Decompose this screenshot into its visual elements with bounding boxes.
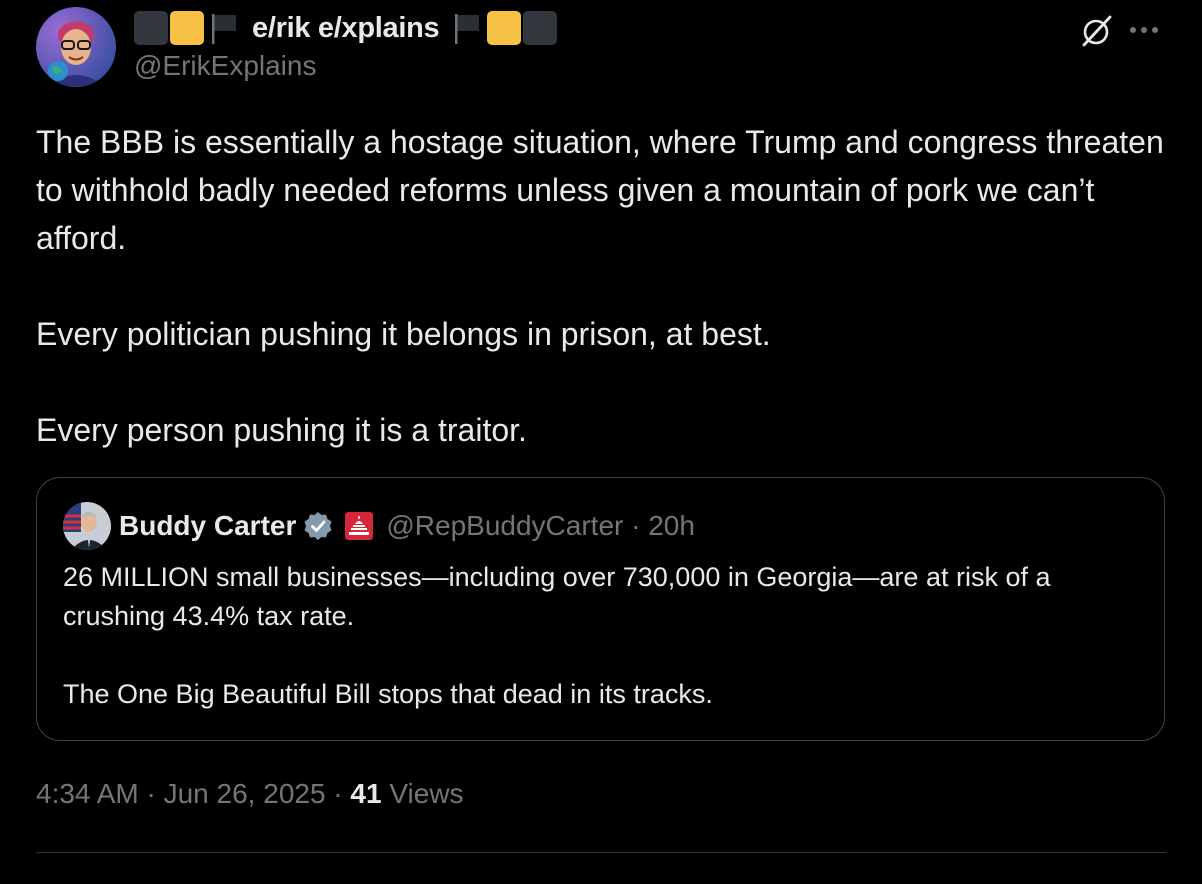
avatar-image (36, 7, 116, 87)
black-flag-emoji-icon (212, 14, 236, 44)
grok-icon[interactable] (1080, 14, 1114, 48)
dot (1141, 27, 1147, 33)
quoted-author-avatar[interactable] (63, 502, 111, 550)
author-name-row[interactable]: e/rik e/xplains (134, 8, 558, 48)
quoted-paragraph: The One Big Beautiful Bill stops that de… (63, 679, 713, 709)
quoted-author-handle-time[interactable]: @RepBuddyCarter · 20h (386, 510, 695, 542)
us-capitol-icon (345, 512, 374, 540)
timestamp[interactable]: 4:34 AM · Jun 26, 2025 · (36, 778, 350, 809)
verified-badge-icon (304, 512, 332, 540)
tweet-meta: 4:34 AM · Jun 26, 2025 · 41 Views (36, 778, 464, 810)
yellow-square-emoji-icon (170, 11, 204, 45)
tweet-paragraph: Every person pushing it is a traitor. (36, 412, 527, 448)
author-handle[interactable]: @ErikExplains (134, 50, 316, 82)
black-square-emoji-icon (523, 11, 558, 45)
quoted-tweet-text: 26 MILLION small businesses—including ov… (63, 558, 1143, 714)
dot (1152, 27, 1158, 33)
tweet-text: The BBB is essentially a hostage situati… (36, 118, 1166, 454)
dot (1130, 27, 1136, 33)
black-flag-emoji-icon (455, 14, 480, 44)
avatar-image (63, 502, 111, 550)
author-avatar[interactable] (36, 7, 116, 87)
tweet: e/rik e/xplains @ErikExplains The BBB is… (0, 0, 1202, 884)
quoted-tweet-card[interactable]: Buddy Carter @RepBuddyCarter · 20h 26 MI… (36, 477, 1165, 741)
divider (36, 852, 1166, 853)
tweet-paragraph: The BBB is essentially a hostage situati… (36, 124, 1164, 256)
yellow-square-emoji-icon (487, 11, 522, 45)
quoted-author-name[interactable]: Buddy Carter (119, 510, 296, 542)
views-label: Views (381, 778, 464, 809)
views-count[interactable]: 41 (350, 778, 381, 809)
author-display-name[interactable]: e/rik e/xplains (252, 12, 440, 45)
more-options-icon[interactable] (1130, 26, 1166, 34)
black-square-emoji-icon (134, 11, 168, 45)
quoted-paragraph: 26 MILLION small businesses—including ov… (63, 562, 1051, 631)
quoted-tweet-header: Buddy Carter @RepBuddyCarter · 20h (63, 502, 695, 550)
tweet-paragraph: Every politician pushing it belongs in p… (36, 316, 771, 352)
